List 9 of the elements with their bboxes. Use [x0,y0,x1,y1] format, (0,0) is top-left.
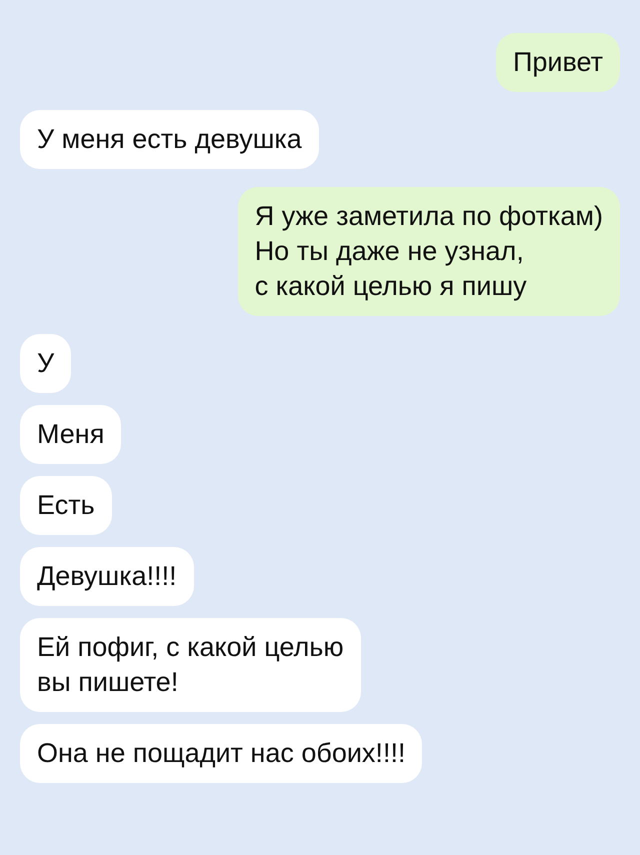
message-bubble: Привет [496,33,620,92]
message-bubble: У меня есть девушка [20,110,319,169]
message-bubble: Ей пофиг, с какой целью вы пишете! [20,618,361,712]
message-bubble: Есть [20,476,112,535]
message-bubble: Я уже заметила по фоткам) Но ты даже не узнал, с какой целью я пишу [238,187,620,316]
message-bubble: Девушка!!!! [20,547,194,606]
message-bubble: Меня [20,405,122,464]
message-bubble: У [20,334,72,393]
message-bubble: Она не пощадит нас обоих!!!! [20,724,422,783]
